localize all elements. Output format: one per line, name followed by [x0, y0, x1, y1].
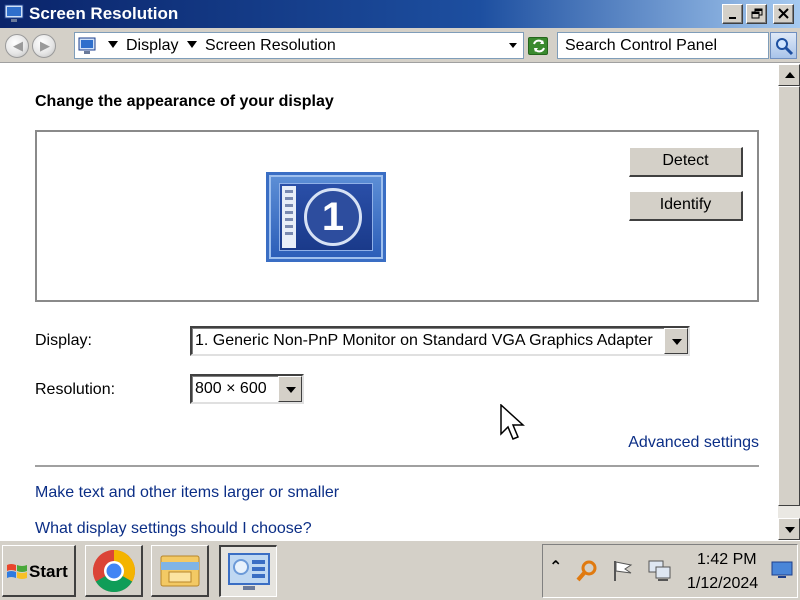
chevron-up-icon	[785, 72, 795, 78]
chevron-down-icon	[785, 527, 795, 533]
restore-button[interactable]	[746, 4, 767, 24]
address-dropdown-icon[interactable]	[509, 43, 517, 48]
close-button[interactable]	[773, 4, 794, 24]
show-desktop-icon[interactable]	[771, 561, 793, 579]
content-area: Change the appearance of your display 1 …	[0, 64, 778, 540]
scroll-thumb[interactable]	[778, 86, 800, 506]
back-button[interactable]: ◀	[5, 34, 29, 58]
vertical-scrollbar[interactable]	[778, 64, 800, 540]
resolution-select[interactable]: 800 × 600	[190, 374, 304, 404]
mouse-cursor-icon	[500, 404, 525, 440]
display-settings-help-link[interactable]: What display settings should I choose?	[35, 520, 312, 538]
chevron-down-icon[interactable]	[664, 328, 688, 354]
monitor-1-icon[interactable]: 1	[266, 172, 386, 262]
taskbar-chrome[interactable]	[85, 545, 143, 597]
resolution-select-value: 800 × 600	[195, 380, 267, 397]
monitor-arrangement-panel: 1 Detect Identify	[35, 130, 759, 302]
clock-time[interactable]: 1:42 PM	[697, 551, 757, 569]
search-input[interactable]: Search Control Panel	[557, 32, 769, 59]
clock-date[interactable]: 1/12/2024	[687, 575, 758, 593]
minimize-icon	[729, 17, 736, 19]
text-size-link[interactable]: Make text and other items larger or smal…	[35, 484, 339, 502]
minimize-button[interactable]	[722, 4, 743, 24]
action-center-flag-icon[interactable]	[611, 559, 635, 583]
resolution-label: Resolution:	[35, 381, 116, 398]
restore-icon	[751, 8, 763, 19]
search-button[interactable]	[770, 32, 797, 59]
close-icon	[778, 8, 789, 19]
detect-button[interactable]: Detect	[629, 147, 743, 177]
breadcrumb-arrow-icon[interactable]	[187, 41, 197, 48]
taskbar: Start ⌃ 1:42 PM 1/12/2024	[0, 540, 800, 600]
refresh-icon	[533, 39, 545, 53]
start-label: Start	[29, 562, 68, 581]
monitor-screen: 1	[279, 183, 373, 251]
display-select-value: 1. Generic Non-PnP Monitor on Standard V…	[195, 332, 653, 349]
breadcrumb-display[interactable]: Display	[126, 36, 178, 56]
identify-button[interactable]: Identify	[629, 191, 743, 221]
refresh-button[interactable]	[528, 37, 548, 55]
search-icon[interactable]	[575, 559, 599, 583]
title-bar: Screen Resolution	[0, 0, 800, 28]
forward-arrow-icon: ▶	[40, 38, 50, 53]
forward-button[interactable]: ▶	[32, 34, 56, 58]
divider	[35, 465, 759, 467]
monitor-preview-sidebar	[282, 186, 296, 248]
system-tray: ⌃ 1:42 PM 1/12/2024	[542, 544, 798, 598]
address-bar[interactable]: Display Screen Resolution	[74, 32, 524, 59]
scroll-down-button[interactable]	[778, 518, 800, 540]
page-heading: Change the appearance of your display	[35, 93, 334, 110]
network-icon[interactable]	[647, 559, 673, 583]
display-settings-icon	[228, 553, 270, 590]
taskbar-screen-resolution[interactable]	[219, 545, 277, 597]
back-arrow-icon: ◀	[13, 38, 23, 53]
control-panel-icon	[78, 36, 98, 55]
taskbar-file-explorer[interactable]	[151, 545, 209, 597]
display-label: Display:	[35, 332, 92, 349]
windows-logo-icon	[7, 564, 27, 579]
start-button[interactable]: Start	[2, 545, 76, 597]
scroll-up-button[interactable]	[778, 64, 800, 86]
breadcrumb-screen-resolution[interactable]: Screen Resolution	[205, 36, 336, 56]
show-hidden-icon[interactable]: ⌃	[549, 557, 562, 577]
breadcrumb-arrow-icon[interactable]	[108, 41, 118, 48]
window-title: Screen Resolution	[29, 4, 179, 23]
chevron-down-icon[interactable]	[278, 376, 302, 402]
advanced-settings-link[interactable]: Advanced settings	[628, 434, 759, 452]
file-explorer-icon	[160, 555, 200, 587]
display-settings-icon	[4, 4, 24, 23]
display-select[interactable]: 1. Generic Non-PnP Monitor on Standard V…	[190, 326, 690, 356]
monitor-number-badge: 1	[304, 188, 362, 246]
search-icon	[776, 38, 794, 56]
chrome-icon	[92, 550, 136, 593]
navigation-bar: ◀ ▶ Display Screen Resolution Search Con…	[0, 28, 800, 63]
